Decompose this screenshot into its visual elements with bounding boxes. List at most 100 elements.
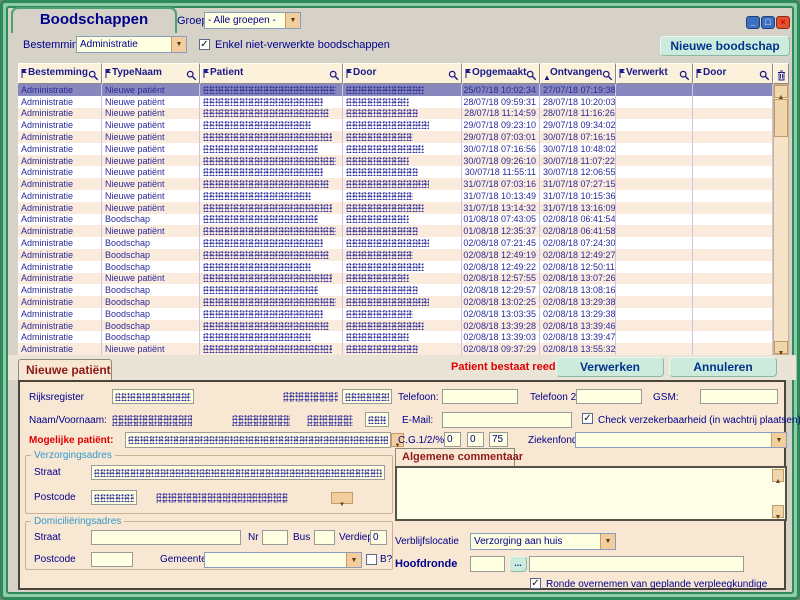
search-icon[interactable] bbox=[526, 68, 537, 84]
table-row[interactable]: AdministratieBoodschap02/08/18 13:39:280… bbox=[18, 320, 773, 332]
search-icon[interactable] bbox=[186, 68, 197, 84]
table-row[interactable]: AdministratieNieuwe patiënt01/08/18 12:3… bbox=[18, 225, 773, 237]
search-icon[interactable] bbox=[602, 68, 613, 84]
domicil-straat-field[interactable] bbox=[91, 530, 241, 545]
search-icon[interactable] bbox=[759, 68, 770, 84]
cg2-field[interactable] bbox=[467, 432, 484, 447]
table-row[interactable]: AdministratieNieuwe patiënt28/07/18 11:1… bbox=[18, 108, 773, 120]
telefoon2-field[interactable] bbox=[576, 389, 642, 404]
table-row[interactable]: AdministratieBoodschap02/08/18 12:49:220… bbox=[18, 261, 773, 273]
cg1-input[interactable] bbox=[447, 434, 458, 445]
hoofdronde-code-input[interactable] bbox=[473, 559, 502, 570]
column-header-opgemaakt[interactable]: Opgemaakt bbox=[462, 63, 540, 84]
ronde-overnemen-checkbox[interactable]: ✓ bbox=[530, 578, 541, 589]
scrollbar-thumb[interactable] bbox=[774, 99, 788, 137]
telefoon2-input[interactable] bbox=[579, 391, 639, 402]
bus-input[interactable] bbox=[317, 532, 332, 543]
bus-field[interactable] bbox=[314, 530, 335, 545]
table-row[interactable]: AdministratieBoodschap02/08/18 12:29:570… bbox=[18, 284, 773, 296]
table-row[interactable]: AdministratieBoodschap02/08/18 07:21:450… bbox=[18, 237, 773, 249]
email-field[interactable] bbox=[442, 412, 572, 428]
table-row[interactable]: AdministratieNieuwe patiënt30/07/18 09:2… bbox=[18, 155, 773, 167]
table-scrollbar[interactable] bbox=[773, 84, 789, 355]
verblijfslocatie-select[interactable]: Verzorging aan huis bbox=[470, 533, 616, 550]
column-header-door[interactable]: Door bbox=[343, 63, 462, 84]
column-header-typenaam[interactable]: TypeNaam bbox=[102, 63, 200, 84]
ziekenfonds-select[interactable] bbox=[575, 432, 787, 448]
telefoon-field[interactable] bbox=[442, 389, 518, 404]
telefoon-input[interactable] bbox=[445, 391, 515, 402]
table-row[interactable]: AdministratieBoodschap02/08/18 13:02:250… bbox=[18, 296, 773, 308]
hoofdronde-name-field[interactable] bbox=[529, 556, 744, 572]
tab-algemene-commentaar[interactable]: Algemene commentaar bbox=[395, 448, 515, 466]
table-row[interactable]: AdministratieBoodschap01/08/18 07:43:050… bbox=[18, 214, 773, 226]
search-icon[interactable] bbox=[679, 68, 690, 84]
bestemming-select[interactable]: Administratie bbox=[76, 36, 187, 53]
table-row[interactable]: AdministratieNieuwe patiënt02/08/18 12:5… bbox=[18, 273, 773, 285]
chevron-down-icon[interactable] bbox=[285, 13, 300, 28]
cg2-input[interactable] bbox=[470, 434, 481, 445]
column-header-verwerkt[interactable]: Verwerkt bbox=[616, 63, 693, 84]
scroll-up-icon[interactable] bbox=[772, 469, 784, 482]
verzorging-straat-field[interactable] bbox=[91, 465, 385, 480]
verdiep-field[interactable] bbox=[370, 530, 387, 545]
column-header-patient[interactable]: Patient bbox=[200, 63, 343, 84]
hoofdronde-name-input[interactable] bbox=[532, 559, 741, 570]
table-row[interactable]: AdministratieNieuwe patiënt30/07/18 07:1… bbox=[18, 143, 773, 155]
search-icon[interactable] bbox=[448, 68, 459, 84]
chevron-down-icon[interactable] bbox=[771, 433, 786, 447]
column-header-door-2[interactable]: Door bbox=[693, 63, 773, 84]
verdiep-input[interactable] bbox=[373, 532, 384, 543]
restore-button[interactable]: □ bbox=[761, 16, 775, 29]
domicil-postcode-input[interactable] bbox=[94, 554, 130, 565]
domicil-postcode-field[interactable] bbox=[91, 552, 133, 567]
mogelijke-patient-select[interactable] bbox=[125, 432, 391, 448]
scroll-down-icon[interactable] bbox=[772, 505, 784, 518]
naam-extra-field[interactable] bbox=[365, 412, 389, 427]
table-row[interactable]: AdministratieNieuwe patiënt02/08/18 09:3… bbox=[18, 343, 773, 355]
scroll-up-icon[interactable] bbox=[774, 85, 788, 98]
hoofdronde-browse-button[interactable]: ... bbox=[509, 556, 527, 572]
table-row[interactable]: AdministratieNieuwe patiënt28/07/18 09:5… bbox=[18, 96, 773, 108]
scroll-down-icon[interactable] bbox=[774, 341, 788, 354]
filter-checkbox[interactable]: ✓ bbox=[199, 39, 210, 50]
table-row[interactable]: AdministratieNieuwe patiënt29/07/18 07:0… bbox=[18, 131, 773, 143]
nr-field[interactable] bbox=[262, 530, 288, 545]
table-row[interactable]: AdministratieNieuwe patiënt30/07/18 11:5… bbox=[18, 166, 773, 178]
email-input[interactable] bbox=[445, 415, 569, 426]
cg1-field[interactable] bbox=[444, 432, 461, 447]
table-row[interactable]: AdministratieNieuwe patiënt31/07/18 07:0… bbox=[18, 178, 773, 190]
cg3-field[interactable] bbox=[489, 432, 508, 447]
table-row[interactable]: AdministratieNieuwe patiënt25/07/18 10:0… bbox=[18, 84, 773, 96]
table-row[interactable]: AdministratieBoodschap02/08/18 13:03:350… bbox=[18, 308, 773, 320]
minimize-button[interactable]: _ bbox=[746, 16, 760, 29]
verwerken-button[interactable]: Verwerken bbox=[556, 357, 664, 377]
check-verzekerbaarheid-checkbox[interactable]: ✓ bbox=[582, 413, 593, 424]
gemeente-select[interactable] bbox=[204, 552, 362, 568]
rijksregister-extra-field[interactable] bbox=[342, 389, 392, 404]
verzorging-gemeente-dropdown-button[interactable]: ▼ bbox=[331, 492, 353, 504]
gsm-input[interactable] bbox=[703, 391, 775, 402]
delete-column-header[interactable] bbox=[773, 63, 789, 84]
tab-nieuwe-patient[interactable]: Nieuwe patiënt bbox=[18, 359, 112, 380]
close-button[interactable]: × bbox=[776, 16, 790, 29]
hoofdronde-code-field[interactable] bbox=[470, 556, 505, 572]
nieuwe-boodschap-button[interactable]: Nieuwe boodschap bbox=[660, 36, 790, 56]
verzorging-postcode-field[interactable] bbox=[91, 490, 137, 505]
algemene-commentaar-textarea[interactable] bbox=[395, 466, 787, 521]
table-row[interactable]: AdministratieBoodschap02/08/18 12:49:190… bbox=[18, 249, 773, 261]
table-row[interactable]: AdministratieNieuwe patiënt29/07/18 09:2… bbox=[18, 119, 773, 131]
column-header-ontvangen[interactable]: Ontvangen bbox=[540, 63, 616, 84]
chevron-down-icon[interactable] bbox=[171, 37, 186, 52]
nr-input[interactable] bbox=[265, 532, 285, 543]
annuleren-button[interactable]: Annuleren bbox=[669, 357, 777, 377]
domicil-straat-input[interactable] bbox=[94, 532, 238, 543]
table-row[interactable]: AdministratieNieuwe patiënt31/07/18 13:1… bbox=[18, 202, 773, 214]
rijksregister-field[interactable] bbox=[112, 389, 194, 404]
chevron-down-icon[interactable] bbox=[600, 534, 615, 549]
table-row[interactable]: AdministratieNieuwe patiënt31/07/18 10:1… bbox=[18, 190, 773, 202]
search-icon[interactable] bbox=[88, 68, 99, 84]
cg3-input[interactable] bbox=[492, 434, 505, 445]
search-icon[interactable] bbox=[329, 68, 340, 84]
b-checkbox[interactable] bbox=[366, 554, 377, 565]
